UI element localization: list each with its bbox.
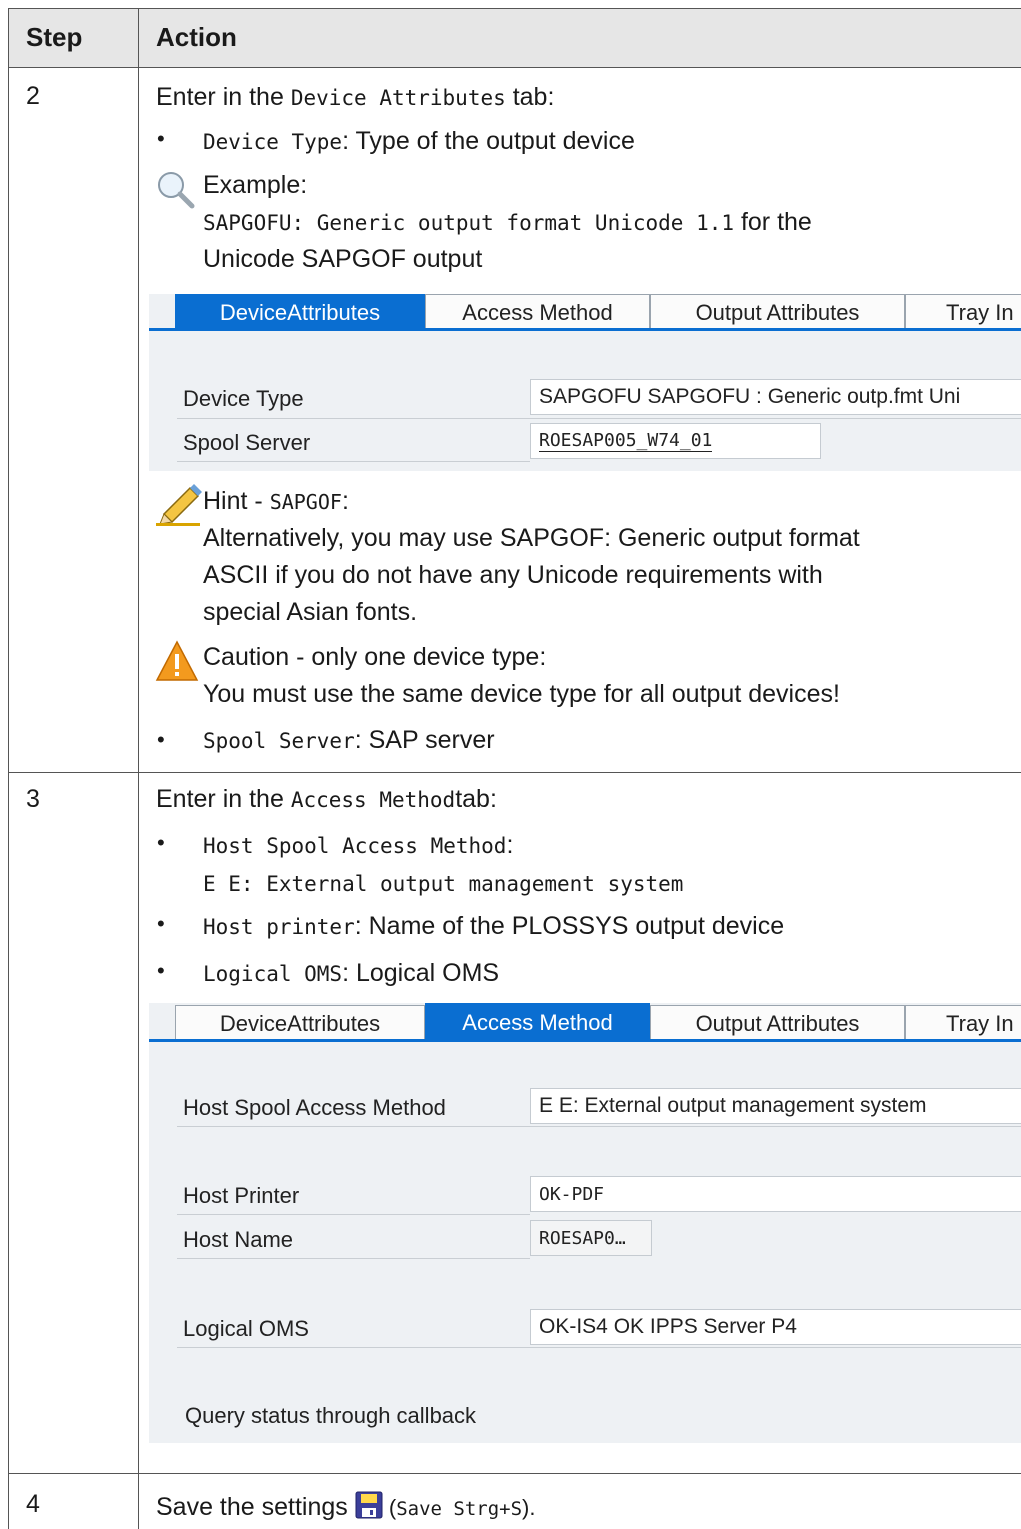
bullet-logical-oms: Logical OMS: Logical OMS: [203, 956, 499, 991]
spool-server-field[interactable]: ROESAP005_W74_01: [530, 423, 821, 459]
bullet-text: :: [506, 831, 514, 859]
field-row-line: [177, 418, 1021, 419]
tab-tray-info[interactable]: Tray In: [905, 294, 1021, 330]
host-spool-access-method-field[interactable]: E E: External output management system: [530, 1088, 1021, 1124]
bullet-text: : Type of the output device: [342, 127, 635, 155]
save-text: (: [382, 1495, 397, 1520]
step-number: 4: [26, 1490, 40, 1518]
save-text: Save the settings: [156, 1493, 355, 1521]
bullet-text: : Name of the PLOSSYS output device: [354, 912, 785, 940]
tab-output-attributes[interactable]: Output Attributes: [650, 1005, 905, 1041]
field-name-code: Host Spool Access Method: [203, 834, 507, 858]
bullet-dot: •: [157, 958, 165, 983]
table-divider: [8, 772, 1021, 773]
tab-device-attributes[interactable]: DeviceAttributes: [175, 294, 425, 330]
field-name-code: Host printer: [203, 915, 355, 939]
tab-strip-underline: [149, 328, 1021, 331]
bullet-dot: •: [157, 830, 165, 855]
tab-access-method[interactable]: Access Method: [425, 1003, 650, 1041]
step-intro: Enter in the Device Attributes tab:: [156, 80, 554, 115]
query-status-label: Query status through callback: [185, 1403, 477, 1428]
step-save-text: Save the settings (Save Strg+S).: [156, 1490, 535, 1526]
pencil-icon: [156, 484, 202, 531]
save-icon: [355, 1491, 383, 1519]
bullet-dot: •: [157, 126, 165, 151]
bullet-device-type: Device Type: Type of the output device: [203, 124, 635, 159]
tab-name-code: Device Attributes: [290, 86, 506, 110]
table-divider: [8, 67, 1021, 68]
tab-strip-underline: [149, 1039, 1021, 1042]
step-number: 3: [26, 785, 40, 813]
hint-text-line: special Asian fonts.: [203, 598, 418, 626]
example-text: for the: [734, 208, 812, 236]
device-type-label: Device Type: [183, 386, 304, 411]
intro-text: Enter in the: [156, 83, 291, 111]
step-intro: Enter in the Access Methodtab:: [156, 782, 497, 817]
bullet-dot: •: [157, 911, 165, 936]
hint-title-text: :: [341, 487, 349, 515]
spool-server-value: ROESAP005_W74_01: [539, 430, 713, 452]
field-name-code: Device Type: [203, 130, 343, 154]
host-printer-label: Host Printer: [183, 1183, 300, 1208]
bullet-host-spool: Host Spool Access Method:: [203, 828, 513, 863]
save-shortcut-code: Save Strg+S: [396, 1498, 523, 1520]
logical-oms-label: Logical OMS: [183, 1316, 309, 1341]
tab-name-code: Access Method: [290, 788, 456, 812]
example-title: Example:: [203, 171, 308, 199]
field-name-code: Spool Server: [203, 729, 355, 753]
hint-title-code: SAPGOF: [269, 490, 342, 514]
table-border-top: [8, 8, 1021, 9]
tab-output-attributes[interactable]: Output Attributes: [650, 294, 905, 330]
hint-title: Hint - SAPGOF:: [203, 484, 349, 519]
field-name-code: Logical OMS: [203, 962, 343, 986]
intro-text: Enter in the: [156, 785, 291, 813]
logical-oms-field[interactable]: OK-IS4 OK IPPS Server P4: [530, 1309, 1021, 1345]
bullet-host-spool-value: E E: External output management system: [203, 866, 683, 901]
hint-title-text: Hint -: [203, 487, 270, 515]
bullet-spool-server: Spool Server: SAP server: [203, 723, 495, 758]
spool-server-label: Spool Server: [183, 430, 311, 455]
instruction-document: Step Action 2 Enter in the Device Attrib…: [0, 0, 1021, 1529]
save-text: ).: [522, 1495, 536, 1520]
table-border-left: [8, 8, 9, 1529]
bullet-text: : Logical OMS: [342, 959, 500, 987]
bullet-text: : SAP server: [354, 726, 495, 754]
caution-text: You must use the same device type for al…: [203, 680, 840, 708]
field-row-line: [177, 1214, 530, 1215]
field-row-line: [177, 461, 530, 462]
tab-tray-info[interactable]: Tray In: [905, 1005, 1021, 1041]
device-type-field[interactable]: SAPGOFU SAPGOFU : Generic outp.fmt Uni: [530, 379, 1021, 415]
tab-access-method[interactable]: Access Method: [425, 294, 650, 330]
caution-title: Caution - only one device type:: [203, 643, 547, 671]
table-divider: [8, 1473, 1021, 1474]
magnifier-icon: [154, 168, 198, 217]
header-step: Step: [26, 22, 83, 52]
value-code: E E: External output management system: [203, 872, 684, 896]
hint-text-line: Alternatively, you may use SAPGOF: Gener…: [203, 524, 860, 552]
bullet-dot: •: [157, 727, 165, 752]
warning-icon: [155, 640, 199, 687]
hint-text-line: ASCII if you do not have any Unicode req…: [203, 561, 823, 589]
host-printer-field[interactable]: OK-PDF: [530, 1176, 1021, 1212]
bullet-host-printer: Host printer: Name of the PLOSSYS output…: [203, 909, 784, 944]
header-action: Action: [156, 22, 237, 52]
step-number: 2: [26, 82, 40, 110]
field-row-line: [177, 1126, 1021, 1127]
intro-text: tab:: [505, 83, 555, 111]
field-row-line: [177, 1347, 1021, 1348]
tab-device-attributes[interactable]: DeviceAttributes: [175, 1005, 425, 1041]
example-code: SAPGOFU: Generic output format Unicode 1…: [203, 211, 735, 235]
host-spool-access-method-label: Host Spool Access Method: [183, 1095, 446, 1120]
intro-text: tab:: [455, 785, 497, 813]
host-name-field: ROESAP0…: [530, 1220, 652, 1256]
table-column-divider: [138, 8, 139, 1529]
example-line: SAPGOFU: Generic output format Unicode 1…: [203, 205, 812, 240]
host-name-label: Host Name: [183, 1227, 294, 1252]
example-text-line2: Unicode SAPGOF output: [203, 245, 483, 273]
field-row-line: [177, 1258, 530, 1259]
